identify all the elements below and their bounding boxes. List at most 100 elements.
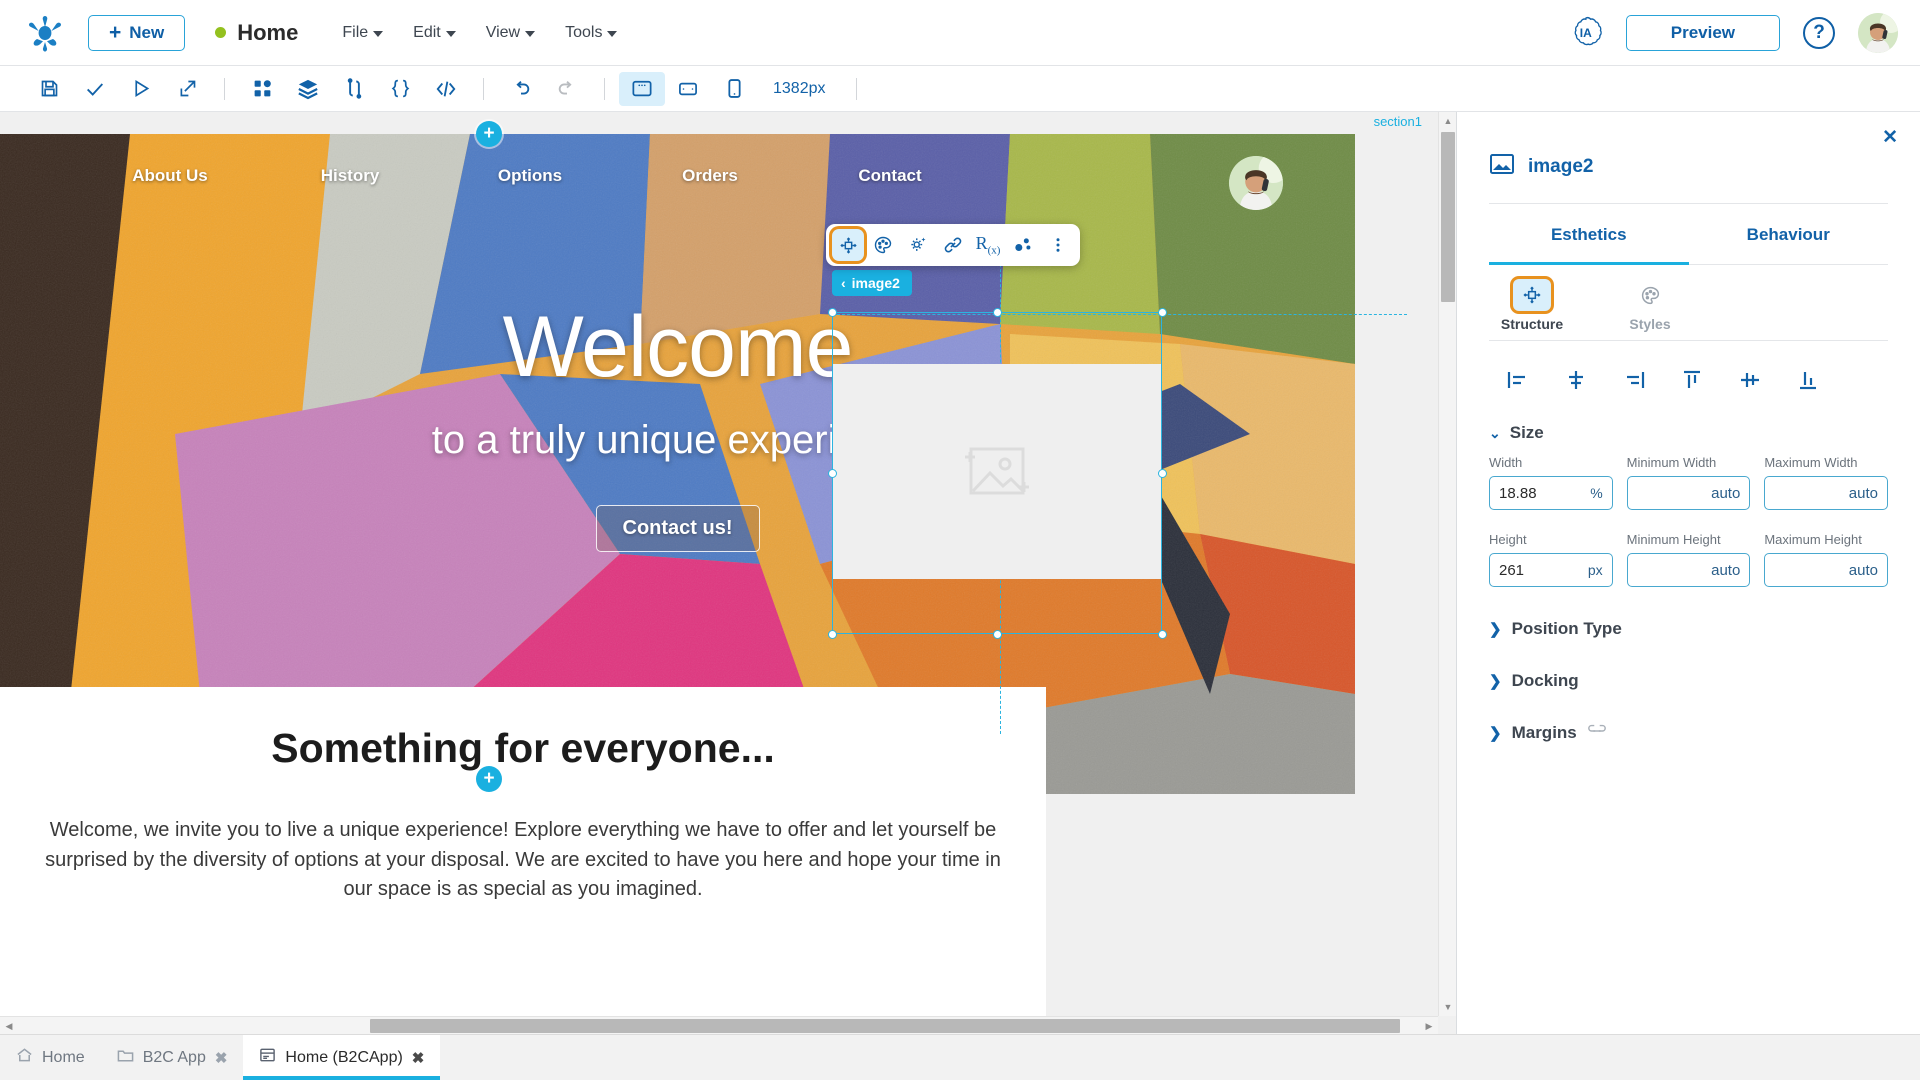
scroll-down-arrow-icon[interactable]: ▼ [1439,998,1456,1016]
palette-icon[interactable] [867,229,899,261]
align-left-icon[interactable] [1489,363,1547,397]
layers-icon[interactable] [285,72,331,106]
align-top-icon[interactable] [1663,363,1721,397]
braces-icon[interactable] [377,72,423,106]
structure-icon[interactable] [832,229,864,261]
height-input-box[interactable]: px [1489,553,1613,587]
height-input[interactable] [1499,561,1582,579]
scroll-left-arrow-icon[interactable]: ◀ [0,1017,18,1034]
horizontal-scroll-thumb[interactable] [370,1019,1400,1033]
help-icon[interactable]: ? [1803,16,1835,49]
desktop-icon[interactable] [619,71,665,106]
bottom-tab-b2c-app[interactable]: B2C App ✖ [101,1035,244,1080]
save-icon[interactable] [26,72,72,106]
frog-logo-icon[interactable] [22,13,68,53]
nav-link-contact[interactable]: Contact [800,166,980,186]
docking-section-header[interactable]: ❯ Docking [1489,655,1888,707]
max-height-input-box[interactable] [1764,553,1888,587]
image2-placeholder[interactable] [833,364,1161,579]
ia-badge-icon[interactable]: IA [1569,16,1603,50]
max-height-input[interactable] [1774,561,1878,579]
align-bottom-icon[interactable] [1779,363,1837,397]
undo-icon[interactable] [498,72,544,106]
components-icon[interactable] [239,72,285,106]
resize-handle-se[interactable] [1158,630,1167,639]
close-icon[interactable]: ✖ [412,1049,425,1067]
resize-handle-n[interactable] [993,308,1002,317]
nav-link-orders[interactable]: Orders [620,166,800,186]
more-options-icon[interactable] [1042,229,1074,261]
vertical-scroll-thumb[interactable] [1441,132,1455,302]
check-icon[interactable] [72,72,118,106]
align-right-icon[interactable] [1605,363,1663,397]
nav-link-history[interactable]: History [260,166,440,186]
align-middle-vertical-icon[interactable] [1721,363,1779,397]
align-center-horizontal-icon[interactable] [1547,363,1605,397]
max-width-input[interactable] [1774,484,1878,502]
menu-tools[interactable]: Tools [565,24,618,42]
tablet-icon[interactable] [665,72,711,106]
menu-file[interactable]: File [342,23,384,42]
min-width-input-box[interactable] [1626,476,1751,510]
canvas-horizontal-scrollbar[interactable]: ◀ ▶ [0,1016,1438,1034]
close-icon[interactable]: ✕ [1882,126,1898,149]
canvas-vertical-scrollbar[interactable]: ▲ ▼ [1438,112,1456,1016]
connections-icon[interactable] [1007,229,1039,261]
position-type-section-header[interactable]: ❯ Position Type [1489,603,1888,655]
width-input-box[interactable]: % [1489,476,1613,510]
resize-handle-nw[interactable] [828,308,837,317]
settings-ai-icon[interactable] [902,229,934,261]
tab-esthetics[interactable]: Esthetics [1489,204,1689,265]
variables-icon[interactable] [331,72,377,106]
link-icon[interactable] [937,229,969,261]
avatar[interactable] [1858,12,1898,53]
min-width-input[interactable] [1636,484,1741,502]
image2-tag-badge[interactable]: ‹ image2 [832,270,912,296]
hero-cta-button[interactable]: Contact us! [595,505,760,552]
code-icon[interactable] [423,72,469,106]
preview-button-label: Preview [1670,22,1735,42]
scroll-up-arrow-icon[interactable]: ▲ [1439,112,1456,130]
tab-behaviour[interactable]: Behaviour [1689,204,1889,264]
width-unit[interactable]: % [1590,485,1602,501]
bottom-tab-home[interactable]: Home [0,1035,101,1080]
max-width-input-box[interactable] [1764,476,1888,510]
section-label[interactable]: section1 [1374,114,1422,129]
resize-handle-w[interactable] [828,469,837,478]
scroll-right-arrow-icon[interactable]: ▶ [1420,1017,1438,1034]
toolbar-divider [224,77,225,100]
margins-section-header[interactable]: ❯ Margins [1489,707,1888,759]
size-width-row: Width % Minimum Width Maximum Width [1489,455,1888,510]
resize-handle-sw[interactable] [828,630,837,639]
width-input[interactable] [1499,484,1585,502]
menu-edit[interactable]: Edit [413,24,456,42]
size-section-header[interactable]: ⌄ Size [1489,415,1888,455]
run-icon[interactable] [118,72,164,106]
add-section-button-top[interactable]: + [476,121,502,147]
mobile-icon[interactable] [711,72,757,106]
rx-function-icon[interactable]: R(x) [972,229,1004,261]
add-section-button-middle[interactable]: + [476,766,502,792]
bottom-tab-home-b2capp[interactable]: Home (B2CApp) ✖ [243,1035,441,1080]
subtab-structure[interactable]: Structure [1499,279,1565,332]
chevron-down-icon [607,31,618,37]
margins-label: Margins [1511,723,1577,742]
menu-view[interactable]: View [486,24,536,42]
preview-button[interactable]: Preview [1625,14,1780,51]
redo-icon[interactable] [544,72,590,106]
subtab-styles[interactable]: Styles [1617,279,1683,332]
new-button[interactable]: + New [88,14,186,51]
height-unit[interactable]: px [1588,562,1603,578]
min-height-input[interactable] [1636,561,1741,579]
close-icon[interactable]: ✖ [215,1049,228,1067]
menu-file-label: File [342,23,369,41]
resize-handle-s[interactable] [993,630,1002,639]
menu-bar: File Edit View Tools [342,23,618,42]
resize-handle-ne[interactable] [1158,308,1167,317]
link-chain-icon[interactable] [1587,724,1607,743]
min-height-input-box[interactable] [1626,553,1751,587]
nav-link-options[interactable]: Options [440,166,620,186]
resize-handle-e[interactable] [1158,469,1167,478]
export-icon[interactable] [164,72,210,106]
nav-link-about-us[interactable]: About Us [80,166,260,186]
